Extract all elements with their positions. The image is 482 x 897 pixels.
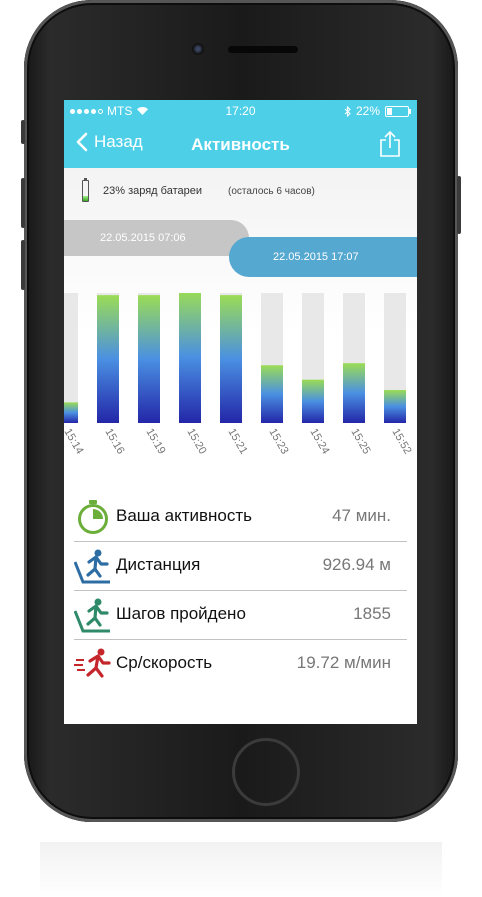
stopwatch-icon xyxy=(78,500,108,534)
stat-label: Ср/скорость xyxy=(116,653,213,672)
home-button[interactable] xyxy=(232,738,300,806)
share-icon[interactable] xyxy=(379,130,401,158)
nav-bar: Назад Активность xyxy=(64,122,417,168)
status-bar: MTS 17:20 22% xyxy=(64,100,417,122)
x-tick-label: 15:19 xyxy=(143,427,167,457)
power-button xyxy=(457,176,461,234)
stat-row-activity: Ваша активность 47 мин. xyxy=(74,493,407,542)
activity-bar-chart[interactable]: 15:1415:1615:1912815:2012415:2115:2315:2… xyxy=(64,293,417,488)
bar-1514[interactable] xyxy=(64,402,78,423)
bar-1524[interactable] xyxy=(302,379,324,423)
x-tick-label: 15:25 xyxy=(348,427,372,457)
volume-down-button xyxy=(21,240,25,290)
mute-switch xyxy=(21,120,25,144)
stat-label: Шагов пройдено xyxy=(116,604,246,623)
bar-1520[interactable] xyxy=(179,293,201,423)
x-tick-label: 15:21 xyxy=(225,427,249,457)
x-tick-label: 15:20 xyxy=(184,427,208,457)
battery-icon xyxy=(385,105,411,117)
battery-charge-text: 23% заряд батареи xyxy=(103,185,202,197)
x-tick-label: 15:24 xyxy=(307,427,331,457)
volume-up-button xyxy=(21,178,25,228)
content-area: 23% заряд батареи (осталось 6 часов) 22.… xyxy=(64,168,417,724)
bottom-reflection xyxy=(40,842,442,897)
battery-level-icon xyxy=(82,178,89,202)
runner-speed-icon xyxy=(74,648,111,678)
stat-label: Ваша активность xyxy=(116,506,252,525)
stat-row-distance: Дистанция 926.94 м xyxy=(74,542,407,591)
session-start-time: 22.05.2015 07:06 xyxy=(100,232,186,244)
bar-1516[interactable] xyxy=(97,295,119,423)
bar-1519[interactable] xyxy=(138,295,160,423)
battery-remaining-text: (осталось 6 часов) xyxy=(228,185,315,197)
session-end-tag: 22.05.2015 17:07 xyxy=(229,237,417,277)
stat-value: 47 мин. xyxy=(332,506,391,525)
x-tick-label: 15:23 xyxy=(266,427,290,457)
x-tick-label: 15:14 xyxy=(64,427,86,457)
stat-row-speed: Ср/скорость 19.72 м/мин xyxy=(74,640,407,688)
battery-info: 23% заряд батареи (осталось 6 часов) xyxy=(82,178,315,202)
runner-distance-icon xyxy=(74,549,110,584)
battery-percent: 22% xyxy=(355,104,380,118)
stat-value: 1855 xyxy=(353,604,391,623)
earpiece-speaker xyxy=(228,46,298,53)
page-title: Активность xyxy=(191,135,290,154)
x-tick-label: 15:16 xyxy=(102,427,126,457)
runner-steps-icon xyxy=(74,598,110,633)
bluetooth-icon xyxy=(344,105,351,117)
app-screen: MTS 17:20 22% Назад Активность 23% заряд… xyxy=(64,100,417,724)
stat-value: 926.94 м xyxy=(322,555,391,574)
bar-1525[interactable] xyxy=(343,363,365,423)
front-camera xyxy=(192,43,204,55)
stats-list: Ваша активность 47 мин. Дистанция 926.94… xyxy=(74,493,407,688)
bar-1521[interactable] xyxy=(220,295,242,423)
bar-1523[interactable] xyxy=(261,365,283,423)
stat-row-steps: Шагов пройдено 1855 xyxy=(74,591,407,640)
bar-1552[interactable] xyxy=(384,390,406,423)
stat-value: 19.72 м/мин xyxy=(296,653,391,672)
session-start-tag: 22.05.2015 07:06 xyxy=(64,220,249,256)
session-end-time: 22.05.2015 17:07 xyxy=(273,251,359,263)
stat-label: Дистанция xyxy=(116,555,201,574)
x-tick-label: 15:52 xyxy=(389,427,413,457)
